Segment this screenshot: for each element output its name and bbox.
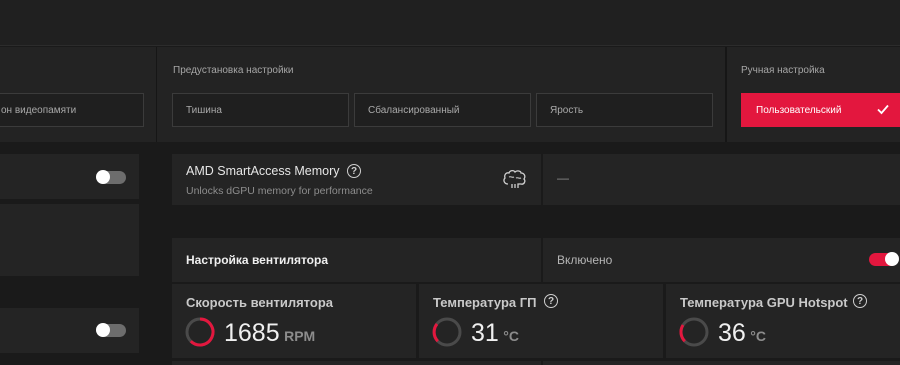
brain-icon — [503, 169, 526, 188]
feature-toggle[interactable] — [96, 170, 126, 184]
metric-title: Скорость вентилятора — [186, 295, 333, 310]
smart-access-status-card: — — [543, 154, 900, 205]
help-icon[interactable]: ? — [544, 294, 558, 308]
preset-quiet-button[interactable]: Тишина — [172, 93, 349, 127]
smart-access-title: AMD SmartAccess Memory — [186, 164, 340, 178]
metric-value: 31 — [471, 319, 499, 347]
gpu-hotspot-metric: Температура GPU Hotspot ? 36 °C — [666, 284, 900, 358]
manual-tuning-label: Ручная настройка — [741, 65, 825, 76]
left-toggle-card — [0, 154, 139, 199]
next-card — [172, 361, 541, 365]
metric-title: Температура GPU Hotspot — [680, 295, 848, 310]
metric-unit: °C — [750, 328, 766, 344]
help-icon-glyph: ? — [350, 165, 358, 177]
metric-value: 36 — [718, 319, 746, 347]
fan-status-label: Включено — [557, 253, 613, 267]
feature-toggle[interactable] — [96, 323, 126, 337]
fan-tuning-status: Включено — [543, 238, 900, 282]
metric-value: 1685 — [224, 319, 280, 347]
preset-custom-label: Пользовательский — [756, 104, 842, 116]
fan-tuning-toggle[interactable] — [869, 252, 899, 266]
help-icon[interactable]: ? — [347, 164, 361, 178]
metric-unit: RPM — [284, 328, 316, 344]
metric-title: Температура ГП — [433, 295, 537, 310]
fan-speed-metric: Скорость вентилятора 1685 RPM — [172, 284, 416, 358]
smart-access-memory-card: AMD SmartAccess Memory ? Unlocks dGPU me… — [172, 154, 541, 205]
smart-access-value: — — [557, 171, 569, 185]
toggle-knob — [96, 323, 110, 337]
help-icon-glyph: ? — [856, 295, 864, 307]
preset-custom-button[interactable]: Пользовательский — [741, 93, 900, 127]
next-card — [543, 361, 900, 365]
metric-reading: 31 °C — [471, 319, 519, 348]
metric-reading: 1685 RPM — [224, 319, 315, 348]
gauge-icon — [185, 317, 215, 347]
fan-tuning-header: Настройка вентилятора — [172, 238, 541, 282]
divider — [725, 47, 727, 142]
fan-tuning-title: Настройка вентилятора — [186, 253, 329, 267]
gauge-icon — [432, 317, 462, 347]
metric-reading: 36 °C — [718, 319, 766, 348]
toggle-knob — [885, 252, 899, 266]
preset-balanced-label: Сбалансированный — [368, 104, 460, 116]
preset-rage-button[interactable]: Ярость — [536, 93, 713, 127]
gpu-temperature-metric: Температура ГП ? 31 °C — [419, 284, 663, 358]
top-bar — [0, 0, 900, 46]
toggle-knob — [96, 170, 110, 184]
divider — [156, 47, 157, 142]
preset-rage-label: Ярость — [550, 104, 584, 116]
metric-unit: °C — [503, 328, 519, 344]
smart-access-subtitle: Unlocks dGPU memory for performance — [186, 185, 373, 197]
presets-section-label: Предустановка настройки — [173, 65, 294, 76]
checkmark-icon — [877, 104, 889, 115]
preset-balanced-button[interactable]: Сбалансированный — [354, 93, 531, 127]
preset-quiet-label: Тишина — [186, 104, 222, 116]
gauge-icon — [679, 317, 709, 347]
help-icon[interactable]: ? — [853, 294, 867, 308]
left-panel — [0, 204, 139, 276]
left-toggle-card — [0, 308, 139, 353]
preset-option-vram[interactable]: он видеопамяти — [0, 93, 144, 127]
preset-option-label: он видеопамяти — [1, 104, 77, 116]
help-icon-glyph: ? — [547, 295, 555, 307]
